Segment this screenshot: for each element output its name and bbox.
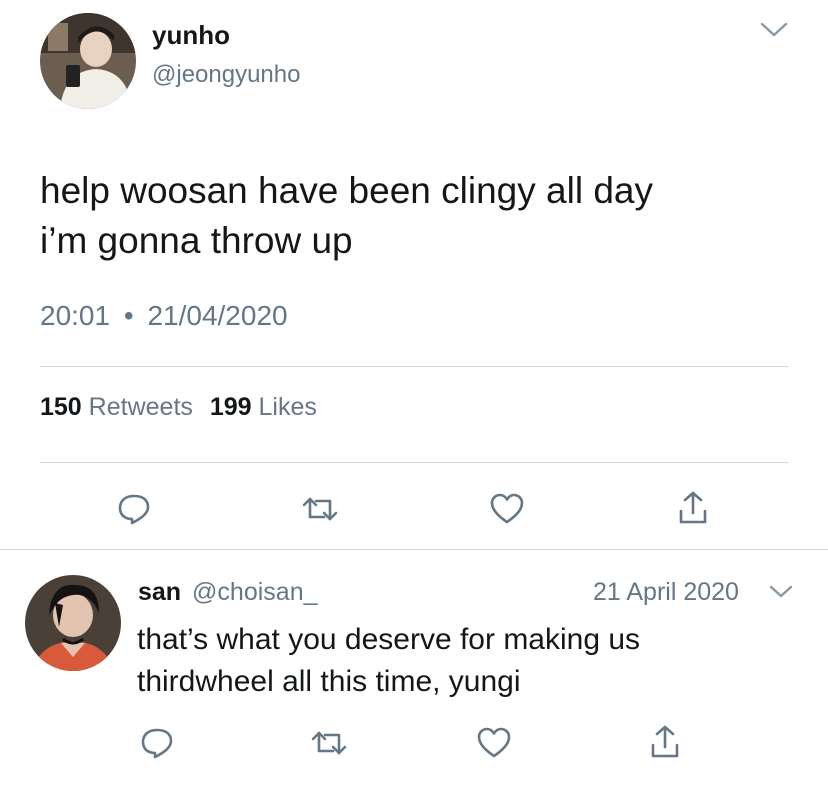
- avatar-yunho[interactable]: [40, 13, 136, 109]
- reply-text-line: that’s what you deserve for making us: [137, 623, 641, 656]
- tweet-text-line: help woosan have been clingy all day: [40, 170, 653, 211]
- retweet-icon[interactable]: [298, 488, 342, 530]
- tweet-stats: 150 Retweets 199 Likes: [40, 393, 317, 422]
- likes-stat[interactable]: 199 Likes: [210, 393, 317, 421]
- retweets-stat[interactable]: 150 Retweets: [40, 393, 200, 421]
- divider: [40, 366, 788, 367]
- tweet-text: help woosan have been clingy all day i’m…: [40, 166, 653, 266]
- tweet-timestamp[interactable]: 20:01 • 21/04/2020: [40, 300, 288, 332]
- display-name[interactable]: yunho: [152, 20, 230, 51]
- share-icon[interactable]: [644, 720, 686, 764]
- reply-user-handle[interactable]: @choisan_: [192, 578, 317, 606]
- tweet-text-line: i’m gonna throw up: [40, 220, 353, 261]
- likes-label: Likes: [258, 393, 317, 421]
- chevron-down-icon[interactable]: [766, 581, 796, 603]
- reply-icon[interactable]: [113, 488, 155, 530]
- heart-icon[interactable]: [486, 488, 528, 530]
- reply-header: san @choisan_: [138, 578, 318, 607]
- reply-text: that’s what you deserve for making us th…: [137, 619, 640, 703]
- reply-display-name[interactable]: san: [138, 578, 181, 606]
- divider: [0, 549, 828, 550]
- chevron-down-icon[interactable]: [756, 18, 792, 42]
- reply-date[interactable]: 21 April 2020: [593, 578, 739, 607]
- divider: [40, 462, 788, 463]
- reply-icon[interactable]: [136, 722, 178, 764]
- heart-icon[interactable]: [473, 722, 515, 764]
- tweet-time: 20:01: [40, 300, 111, 331]
- retweets-count: 150: [40, 393, 82, 421]
- tweet-date: 21/04/2020: [147, 300, 288, 331]
- share-icon[interactable]: [672, 486, 714, 530]
- likes-count: 199: [209, 393, 252, 421]
- retweet-icon[interactable]: [307, 722, 351, 764]
- reply-text-line: thirdwheel all this time, yungi: [137, 665, 521, 698]
- timestamp-separator: •: [123, 300, 134, 331]
- user-handle[interactable]: @jeongyunho: [152, 61, 300, 89]
- avatar-san[interactable]: [25, 575, 121, 671]
- retweets-label: Retweets: [88, 393, 193, 421]
